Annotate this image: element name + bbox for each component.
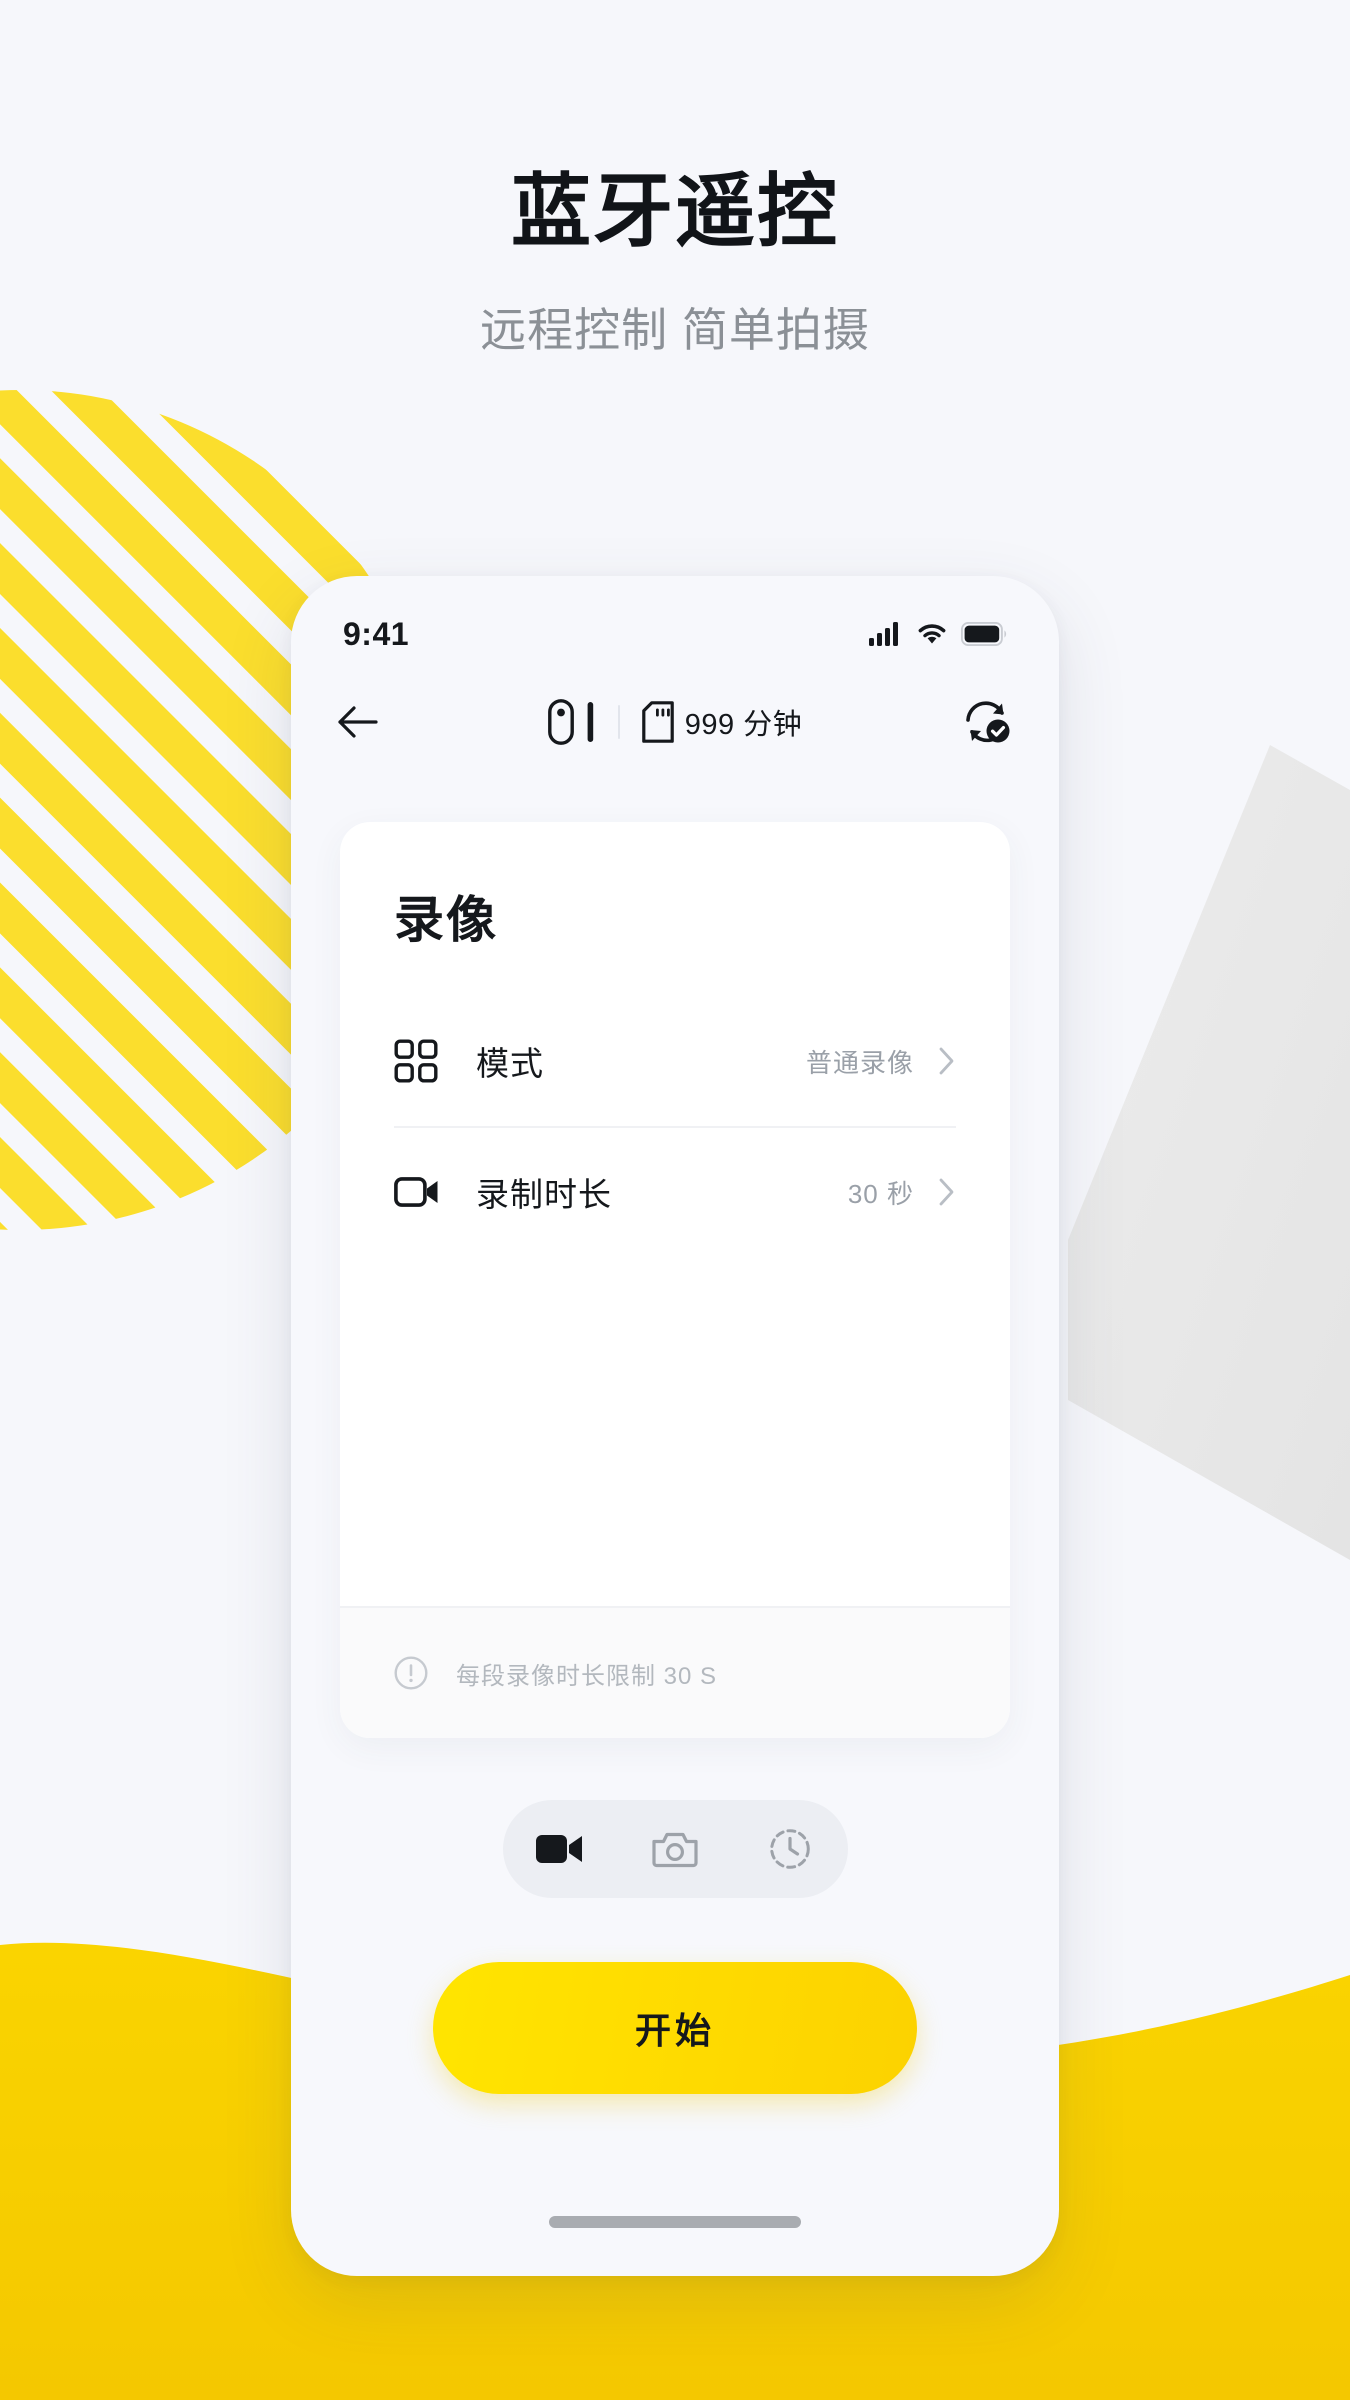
status-bar: 9:41 [291,576,1059,668]
recording-settings-card: 录像 模式 普通录像 录制时长 30 秒 每段录像时长限制 30 S [340,822,1010,1738]
status-bar-icons [869,622,1007,646]
back-button[interactable] [337,705,393,739]
settings-row-mode[interactable]: 模式 普通录像 [394,996,956,1126]
row-chevron-mode [938,1046,956,1076]
sync-button[interactable] [961,699,1013,745]
row-value-mode: 普通录像 [805,1047,914,1078]
row-icon-wrap [394,1175,452,1209]
home-indicator[interactable] [549,2216,801,2228]
hero-section: 蓝牙遥控 远程控制 简单拍摄 [0,0,1350,360]
settings-row-duration[interactable]: 录制时长 30 秒 [394,1126,956,1256]
photo-camera-icon [652,1832,698,1868]
page-subtitle: 远程控制 简单拍摄 [480,304,870,356]
start-button-wrap: 开始 [291,1962,1059,2094]
mode-button-video[interactable] [517,1806,603,1892]
wifi-icon [918,624,946,644]
timelapse-clock-icon [770,1829,810,1869]
info-circle-icon [394,1656,428,1690]
storage-minutes-label: 999 分钟 [684,709,803,741]
row-icon-wrap [394,1039,452,1083]
video-record-icon [536,1835,582,1863]
card-footnote: 每段录像时长限制 30 S [340,1606,1010,1738]
chevron-right-icon [939,1047,954,1075]
video-camera-icon [394,1177,438,1207]
mode-button-timelapse[interactable] [747,1806,833,1892]
nav-divider [617,705,620,739]
sync-check-icon [966,701,1010,743]
battery-icon [961,622,1007,646]
row-label-duration: 录制时长 [476,1176,612,1213]
phone-mockup: 9:41 999 分钟 录像 模式 普通录像 录制时长 30 秒 每段录像时长限… [291,576,1059,2276]
signal-icon [869,622,898,646]
card-title: 录像 [394,892,498,948]
camera-device-icon [547,699,574,745]
battery-bar-icon [587,702,593,742]
nav-bar: 999 分钟 [291,668,1059,776]
chevron-right-icon [939,1178,954,1206]
grid-icon [394,1039,438,1083]
status-bar-clock: 9:41 [343,615,410,652]
start-button[interactable]: 开始 [433,1962,917,2094]
mode-button-photo[interactable] [632,1806,718,1892]
arrow-left-icon [338,706,378,738]
row-chevron-duration [938,1177,956,1207]
footnote-text: 每段录像时长限制 30 S [456,1662,718,1690]
storage-status-group[interactable]: 999 分钟 [641,701,803,743]
nav-center-group: 999 分钟 [291,699,1059,745]
page-title: 蓝牙遥控 [511,167,839,256]
capture-mode-bar [502,1800,848,1898]
row-value-duration: 30 秒 [847,1178,914,1209]
sd-card-icon [641,701,674,743]
settings-rows: 模式 普通录像 录制时长 30 秒 [340,996,1010,1606]
row-label-mode: 模式 [476,1045,544,1082]
device-status-group[interactable] [547,699,596,745]
